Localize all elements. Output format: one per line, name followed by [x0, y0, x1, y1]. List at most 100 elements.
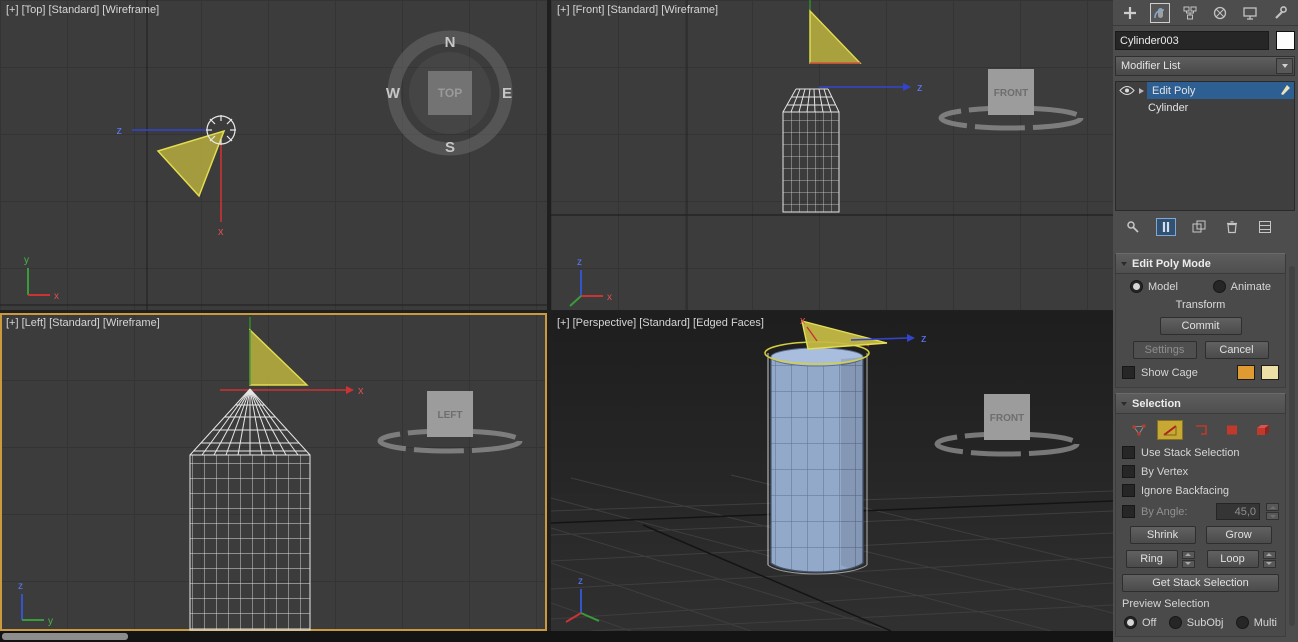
triangle-object[interactable] — [801, 320, 888, 350]
object-name-field[interactable]: Cylinder003 — [1115, 31, 1270, 50]
viewcube[interactable]: LEFT — [377, 391, 523, 454]
cage-selected-color-swatch[interactable] — [1261, 365, 1279, 380]
vertex-mode-button[interactable] — [1126, 420, 1152, 440]
compass-south[interactable]: S — [445, 139, 455, 156]
show-cage-checkbox[interactable] — [1122, 366, 1135, 379]
viewcube[interactable]: FRONT — [938, 69, 1084, 131]
selected-modifier[interactable]: Edit Poly — [1147, 82, 1294, 99]
view-compass[interactable]: TOP N E S W — [386, 30, 513, 156]
stack-row-edit-poly[interactable]: Edit Poly — [1116, 82, 1294, 99]
ignore-backfacing-checkbox[interactable] — [1122, 484, 1135, 497]
make-unique-icon — [1192, 220, 1206, 233]
ring-button[interactable]: Ring — [1125, 550, 1178, 568]
pin-stack-button[interactable] — [1123, 218, 1143, 236]
loop-button[interactable]: Loop — [1206, 550, 1259, 568]
transform-gizmo[interactable] — [220, 386, 354, 394]
axis-label-x: x — [218, 226, 224, 238]
element-icon — [1256, 425, 1269, 435]
preview-off-group[interactable]: Off — [1124, 616, 1156, 629]
expand-arrow-icon[interactable] — [1139, 87, 1144, 94]
make-unique-button[interactable] — [1189, 218, 1209, 236]
model-radio[interactable] — [1130, 280, 1143, 293]
edge-mode-button[interactable] — [1156, 420, 1183, 440]
viewport-front-label[interactable]: [+] [Front] [Standard] [Wireframe] — [557, 4, 718, 16]
ring-spinner[interactable] — [1181, 550, 1195, 568]
stack-row-cylinder[interactable]: Cylinder — [1116, 99, 1294, 116]
get-stack-selection-button[interactable]: Get Stack Selection — [1122, 574, 1279, 592]
cylinder-wireframe[interactable] — [189, 388, 311, 631]
rollout-header[interactable]: Selection — [1115, 393, 1286, 414]
element-mode-button[interactable] — [1250, 420, 1276, 440]
tab-create[interactable] — [1120, 3, 1140, 23]
chevron-down-icon — [1281, 64, 1288, 68]
model-radio-group[interactable]: Model — [1130, 280, 1178, 293]
tab-motion[interactable] — [1210, 3, 1230, 23]
compass-north[interactable]: N — [445, 34, 456, 51]
viewport-top[interactable]: [+] [Top] [Standard] [Wireframe] z x TOP… — [0, 0, 547, 310]
scrollbar-thumb[interactable] — [2, 633, 128, 640]
viewport-perspective-label[interactable]: [+] [Perspective] [Standard] [Edged Face… — [557, 317, 764, 329]
cancel-button[interactable]: Cancel — [1204, 341, 1269, 359]
preview-subobj-radio[interactable] — [1168, 616, 1182, 629]
modify-icon — [1154, 7, 1165, 18]
panel-scrollbar[interactable] — [1289, 266, 1295, 626]
use-stack-selection-checkbox[interactable] — [1122, 446, 1135, 459]
cage-color-swatch[interactable] — [1237, 365, 1255, 380]
selection-circle-gizmo[interactable] — [206, 115, 236, 145]
visibility-toggle[interactable] — [1116, 85, 1138, 96]
compass-center-label[interactable]: TOP — [438, 86, 462, 100]
viewcube-left-face[interactable]: LEFT — [438, 410, 463, 421]
viewport-front[interactable]: [+] [Front] [Standard] [Wireframe] z FRO… — [551, 0, 1113, 310]
rollout-header[interactable]: Edit Poly Mode — [1115, 253, 1286, 274]
polygon-mode-button[interactable] — [1219, 420, 1245, 440]
preview-multi-group[interactable]: Multi — [1235, 616, 1277, 629]
grow-button[interactable]: Grow — [1205, 526, 1272, 544]
preview-off-radio[interactable] — [1124, 616, 1137, 629]
timeline-scrollbar[interactable] — [0, 631, 1113, 642]
motion-icon — [1213, 6, 1227, 19]
tab-hierarchy[interactable] — [1180, 3, 1200, 23]
viewport-top-label[interactable]: [+] [Top] [Standard] [Wireframe] — [6, 4, 159, 16]
viewport-left-label[interactable]: [+] [Left] [Standard] [Wireframe] — [6, 317, 160, 329]
compass-east[interactable]: E — [502, 85, 512, 102]
viewport-left-canvas: x LEFT z y — [18, 317, 523, 631]
object-color-swatch[interactable] — [1276, 31, 1295, 50]
modifier-stack-toolbar — [1113, 211, 1298, 236]
border-mode-button[interactable] — [1188, 420, 1214, 440]
modifier-list-dropdown[interactable]: Modifier List — [1115, 56, 1295, 76]
preview-subobj-group[interactable]: SubObj — [1168, 616, 1224, 629]
tab-modify[interactable] — [1150, 2, 1170, 23]
triangle-object[interactable] — [809, 9, 862, 64]
configure-modifier-sets-button[interactable] — [1255, 218, 1275, 236]
show-end-result-button[interactable] — [1156, 218, 1176, 236]
dropdown-button[interactable] — [1276, 58, 1293, 74]
tab-display[interactable] — [1240, 3, 1260, 23]
tab-utilities[interactable] — [1270, 3, 1290, 23]
cylinder-shaded[interactable] — [770, 347, 864, 573]
viewcube-front-face[interactable]: FRONT — [990, 413, 1024, 424]
axis-label-y: y — [24, 255, 29, 266]
viewcube-front-face[interactable]: FRONT — [994, 88, 1028, 99]
cylinder-wireframe[interactable] — [782, 88, 840, 213]
loop-spinner[interactable] — [1262, 550, 1276, 568]
by-vertex-checkbox[interactable] — [1122, 465, 1135, 478]
viewcube[interactable]: FRONT — [934, 394, 1080, 457]
triangle-object[interactable] — [249, 328, 309, 386]
animate-radio[interactable] — [1212, 280, 1226, 293]
transform-gizmo[interactable] — [819, 83, 911, 91]
modifier-stack: Edit Poly Cylinder — [1115, 81, 1295, 211]
preview-selection-label: Preview Selection — [1122, 598, 1210, 610]
by-angle-checkbox[interactable] — [1122, 505, 1135, 518]
object-name-row: Cylinder003 — [1113, 26, 1298, 52]
animate-radio-group[interactable]: Animate — [1212, 280, 1271, 293]
shrink-button[interactable]: Shrink — [1129, 526, 1196, 544]
commit-button[interactable]: Commit — [1159, 317, 1242, 335]
viewport-left[interactable]: [+] [Left] [Standard] [Wireframe] x LEFT… — [0, 313, 547, 631]
remove-modifier-button[interactable] — [1222, 218, 1242, 236]
preview-subobj-label: SubObj — [1186, 616, 1224, 629]
compass-west[interactable]: W — [386, 85, 401, 102]
model-label: Model — [1148, 280, 1178, 293]
triangle-object[interactable] — [156, 129, 226, 198]
preview-multi-radio[interactable] — [1235, 616, 1249, 629]
viewport-perspective[interactable]: [+] [Perspective] [Standard] [Edged Face… — [551, 313, 1113, 631]
